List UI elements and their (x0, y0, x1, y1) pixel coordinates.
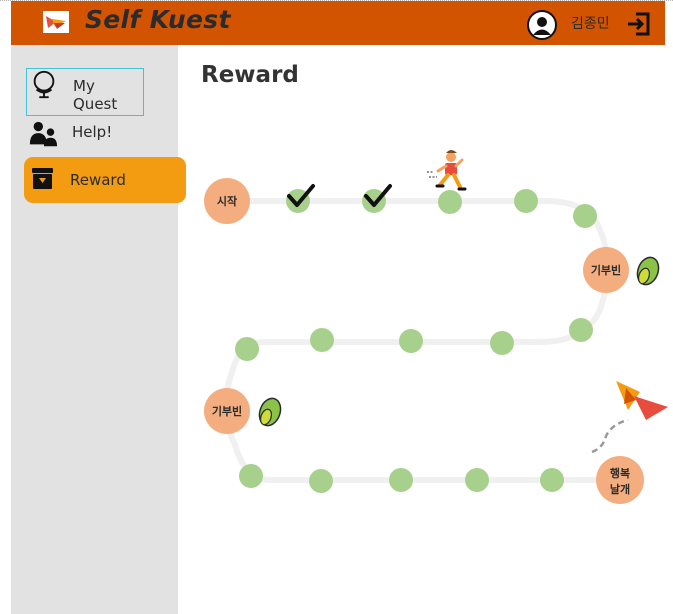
page-title: Reward (201, 62, 299, 88)
sidebar-item-label: Help! (72, 123, 113, 141)
sidebar-item-help[interactable]: Help! (24, 111, 186, 157)
step-dot (465, 468, 489, 492)
reward-map: 시작 기부빈 기부빈 행복 날개 (204, 150, 668, 504)
donation-label: 기부빈 (591, 263, 621, 277)
sidebar-item-reward[interactable]: Reward (24, 157, 186, 203)
start-label: 시작 (217, 194, 237, 208)
donation-label: 기부빈 (212, 404, 242, 418)
butterfly-goal-icon (616, 381, 668, 420)
bean-icon (258, 397, 282, 427)
step-dot (573, 204, 597, 228)
step-dot (490, 331, 514, 355)
step-dot (310, 328, 334, 352)
logout-icon[interactable] (625, 10, 653, 38)
app-name: Self Kuest (85, 5, 231, 34)
sidebar-item-label: My Quest (73, 77, 118, 113)
globe-icon (33, 70, 55, 99)
finish-label-line-2: 날개 (610, 482, 630, 496)
finish-node (596, 456, 644, 504)
user-avatar-icon[interactable] (527, 10, 557, 40)
butterfly-logo-icon[interactable] (43, 11, 69, 33)
step-dot (514, 189, 538, 213)
people-icon (29, 121, 58, 147)
sidebar-item-label: Reward (70, 171, 126, 189)
step-dot (569, 318, 593, 342)
step-dot (239, 464, 263, 488)
step-dot (309, 469, 333, 493)
flight-path (591, 418, 629, 454)
step-dot (399, 329, 423, 353)
step-dot (235, 337, 259, 361)
user-name: 김종민 (571, 16, 610, 32)
step-dot (540, 468, 564, 492)
step-dot (389, 468, 413, 492)
finish-label-line-1: 행복 (610, 466, 630, 480)
runner-icon (427, 150, 467, 191)
sidebar-item-my-quest[interactable]: My Quest (26, 68, 144, 116)
archive-box-icon (32, 168, 53, 189)
bean-icon (636, 256, 660, 286)
step-dot (438, 190, 462, 214)
app-header: Self Kuest 김종민 (11, 1, 665, 45)
